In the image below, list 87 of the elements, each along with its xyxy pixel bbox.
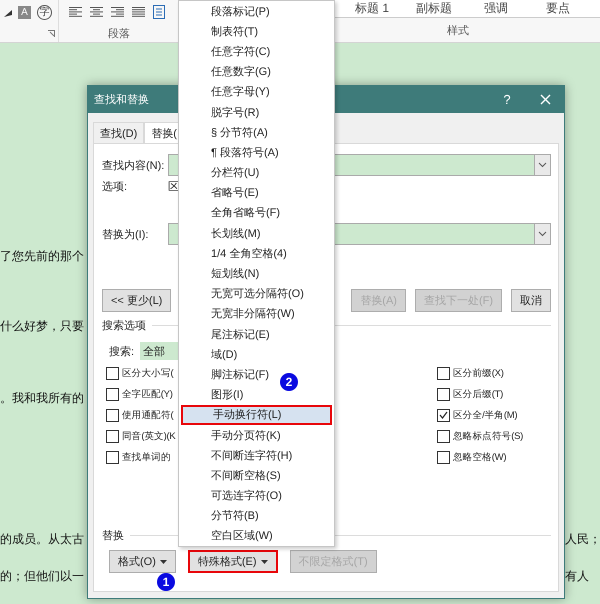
align-icon[interactable] [69, 6, 82, 18]
options-value: 区 [168, 180, 179, 194]
field-label: 替换为(I): [102, 228, 150, 242]
menu-item[interactable]: 图形(I) [181, 384, 248, 405]
menu-item[interactable]: 手动换行符(L) [181, 404, 332, 425]
menu-item[interactable]: 任意字母(Y) [181, 82, 274, 102]
close-icon [540, 94, 550, 105]
shading-button[interactable]: A [18, 6, 31, 18]
menu-item[interactable]: 1/4 全角空格(4) [181, 243, 291, 264]
menu-item[interactable]: 任意字符(C) [181, 41, 274, 62]
checkbox[interactable] [437, 450, 450, 464]
menu-item[interactable]: 手动分页符(K) [181, 424, 285, 446]
style-item[interactable]: 强调 [465, 0, 527, 17]
dialog-button[interactable]: << 更少(L) [102, 289, 172, 312]
menu-item[interactable]: § 分节符(A) [181, 122, 272, 142]
group-label: 段落 [107, 26, 131, 42]
document-text: 。我和我所有的 [0, 390, 84, 407]
checkbox-label: 同音(英文)(K [122, 430, 176, 442]
menu-item[interactable]: 短划线(N) [181, 263, 264, 284]
document-text: 的；但他们以一 [0, 568, 84, 585]
caret-icon [260, 560, 268, 564]
menu-item[interactable]: ¶ 段落符号(A) [181, 142, 283, 162]
search-label: 搜索: [109, 344, 136, 358]
section-label: 替换 [102, 529, 124, 543]
checkbox[interactable] [437, 388, 450, 400]
field-label: 查找内容(N): [102, 158, 166, 172]
tab[interactable]: 查找(D) [93, 122, 144, 143]
menu-item[interactable]: 空白区域(W) [181, 526, 277, 546]
help-button[interactable]: ? [488, 92, 526, 107]
menu-item[interactable]: 段落标记(P) [181, 1, 274, 22]
chevron-down-icon [538, 162, 547, 168]
align-icon[interactable] [132, 6, 145, 18]
document-text: 人民； [565, 531, 600, 548]
checkbox-label: 忽略空格(W) [453, 450, 506, 464]
align-icon[interactable] [90, 6, 103, 18]
menu-item[interactable]: 省略号(E) [181, 182, 263, 203]
align-icon[interactable] [111, 6, 124, 18]
menu-item[interactable]: 不间断连字符(H) [181, 445, 296, 466]
checkbox-label: 使用通配符( [122, 408, 174, 422]
checkbox-label: 全字匹配(Y) [122, 388, 173, 400]
dialog-button[interactable]: 特殊格式(E) [188, 550, 278, 573]
distribute-icon[interactable] [153, 5, 165, 19]
checkbox[interactable] [106, 408, 119, 422]
menu-item[interactable]: 长划线(M) [181, 223, 264, 244]
document-text: 有人 [565, 568, 589, 585]
style-item[interactable]: 标题 1 [341, 0, 403, 17]
checkbox[interactable] [437, 366, 450, 380]
group-label: 样式 [447, 24, 469, 38]
dialog-button[interactable]: 格式(O) [109, 550, 176, 573]
document-text: 的成员。从太古 [0, 531, 84, 548]
checkbox[interactable] [437, 408, 450, 422]
menu-item[interactable]: 脚注标记(F) [181, 364, 274, 385]
menu-item[interactable]: 无宽非分隔符(W) [181, 304, 299, 324]
menu-item[interactable]: 无宽可选分隔符(O) [181, 284, 308, 304]
menu-item[interactable]: 分节符(B) [181, 506, 263, 526]
dialog-launcher-icon[interactable] [48, 30, 54, 36]
checkbox-label: 区分大小写( [122, 366, 174, 380]
menu-item[interactable]: 全角省略号(F) [181, 202, 284, 224]
menu-item[interactable]: 制表符(T) [181, 21, 262, 42]
document-text: 什么好梦，只要 [0, 318, 84, 335]
menu-item[interactable]: 任意数字(G) [181, 62, 275, 82]
style-item[interactable]: 副标题 [403, 0, 465, 17]
caret-icon [160, 560, 167, 564]
dialog-button[interactable]: 取消 [511, 289, 551, 312]
menu-item[interactable]: 分栏符(U) [181, 162, 264, 183]
checkbox-label: 区分后缀(T) [453, 388, 504, 400]
checkbox[interactable] [106, 430, 119, 442]
checkbox[interactable] [106, 388, 119, 400]
checkbox-label: 区分全/半角(M) [453, 408, 518, 422]
document-text: 了您先前的那个 [0, 248, 84, 265]
checkbox[interactable] [106, 450, 119, 464]
menu-item[interactable]: 可选连字符(O) [181, 486, 286, 506]
checkbox-label: 查找单词的 [122, 450, 171, 464]
menu-item[interactable]: 脱字号(R) [181, 102, 264, 122]
menu-item[interactable]: 域(D) [181, 344, 242, 364]
style-item[interactable]: 要点 [527, 0, 589, 17]
enclose-character-button[interactable]: 字 [37, 4, 52, 20]
menu-item[interactable]: 不间断空格(S) [181, 465, 285, 486]
checkbox[interactable] [106, 366, 119, 380]
menu-item[interactable]: 尾注标记(E) [181, 324, 274, 344]
section-label: 搜索选项 [102, 318, 146, 333]
checkbox-label: 忽略标点符号(S) [453, 430, 523, 442]
options-label: 选项: [102, 180, 128, 194]
chevron-down-icon [538, 231, 547, 237]
window-title: 查找和替换 [94, 93, 149, 107]
checkbox-label: 区分前缀(X) [453, 366, 504, 380]
checkbox[interactable] [437, 430, 450, 442]
